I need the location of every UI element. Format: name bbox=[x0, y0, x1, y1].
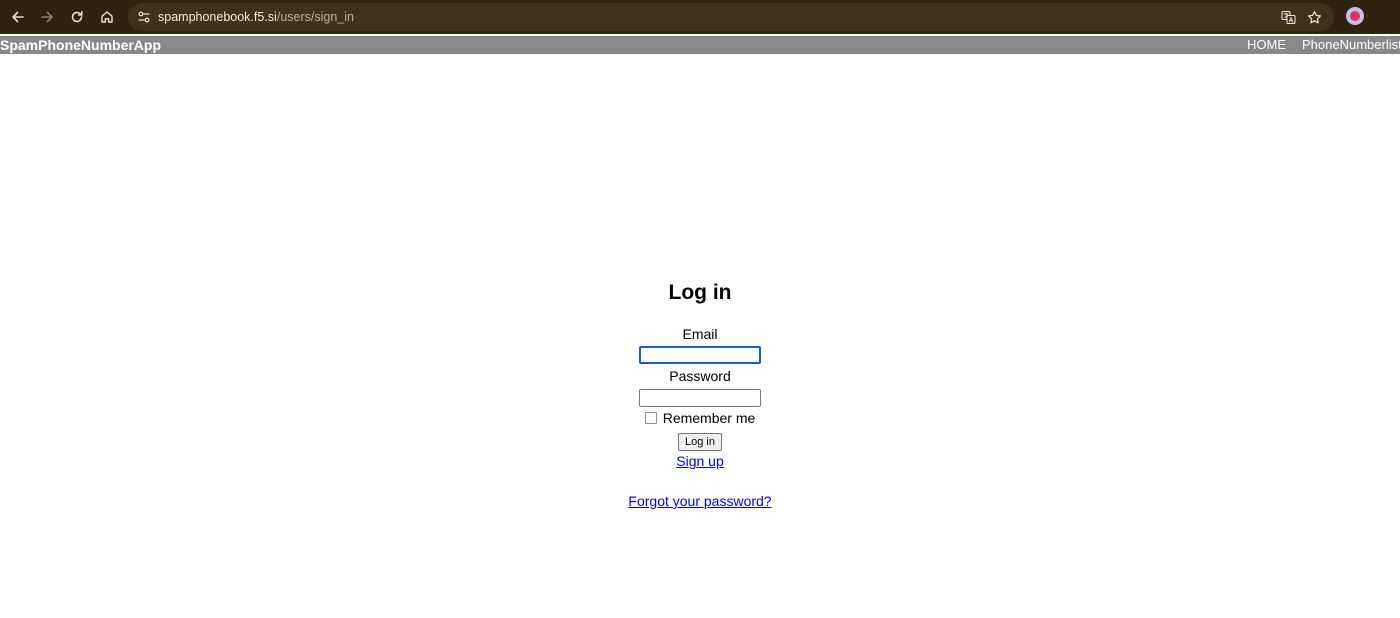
remember-me: Remember me bbox=[644, 409, 756, 427]
back-button[interactable] bbox=[6, 5, 30, 29]
home-icon bbox=[101, 11, 113, 23]
star-icon bbox=[1307, 10, 1321, 23]
url-host: spamphonebook.f5.si bbox=[158, 10, 277, 24]
nav-phonenumberlist-link[interactable]: PhoneNumberlist bbox=[1302, 36, 1400, 54]
brand-link[interactable]: SpamPhoneNumberApp bbox=[0, 36, 161, 54]
login-form: Log in Email Password Remember me Log in… bbox=[0, 279, 1400, 511]
forgot-password-link[interactable]: Forgot your password? bbox=[628, 493, 771, 509]
translate-button[interactable] bbox=[1278, 7, 1298, 27]
translate-icon bbox=[1280, 10, 1296, 24]
nav-home-link[interactable]: HOME bbox=[1247, 36, 1286, 54]
browser-toolbar: spamphonebook.f5.si/users/sign_in bbox=[0, 0, 1400, 34]
reload-button[interactable] bbox=[65, 5, 89, 29]
kebab-menu-icon[interactable] bbox=[1374, 5, 1394, 29]
site-info-button[interactable] bbox=[134, 7, 154, 27]
email-label: Email bbox=[682, 326, 718, 342]
email-field[interactable] bbox=[639, 346, 761, 364]
forward-button[interactable] bbox=[35, 5, 59, 29]
url-path: /users/sign_in bbox=[276, 10, 354, 24]
page-title: Log in bbox=[668, 281, 732, 304]
arrow-right-icon bbox=[41, 11, 53, 23]
app-navbar: SpamPhoneNumberApp HOME PhoneNumberlist bbox=[0, 36, 1400, 54]
url-text[interactable]: spamphonebook.f5.si/users/sign_in bbox=[158, 9, 354, 25]
tune-icon bbox=[138, 11, 150, 23]
address-bar[interactable]: spamphonebook.f5.si/users/sign_in bbox=[128, 3, 1334, 31]
password-field[interactable] bbox=[639, 389, 761, 407]
login-button[interactable]: Log in bbox=[678, 433, 722, 451]
remember-me-checkbox[interactable] bbox=[644, 412, 657, 424]
remember-me-label: Remember me bbox=[662, 410, 756, 426]
home-button[interactable] bbox=[95, 5, 119, 29]
bookmark-button[interactable] bbox=[1304, 7, 1324, 27]
reload-icon bbox=[71, 11, 83, 23]
arrow-left-icon bbox=[12, 11, 24, 23]
sign-up-link[interactable]: Sign up bbox=[676, 453, 723, 469]
password-label: Password bbox=[669, 368, 731, 384]
avatar-image bbox=[1350, 11, 1360, 21]
avatar[interactable] bbox=[1346, 7, 1364, 25]
